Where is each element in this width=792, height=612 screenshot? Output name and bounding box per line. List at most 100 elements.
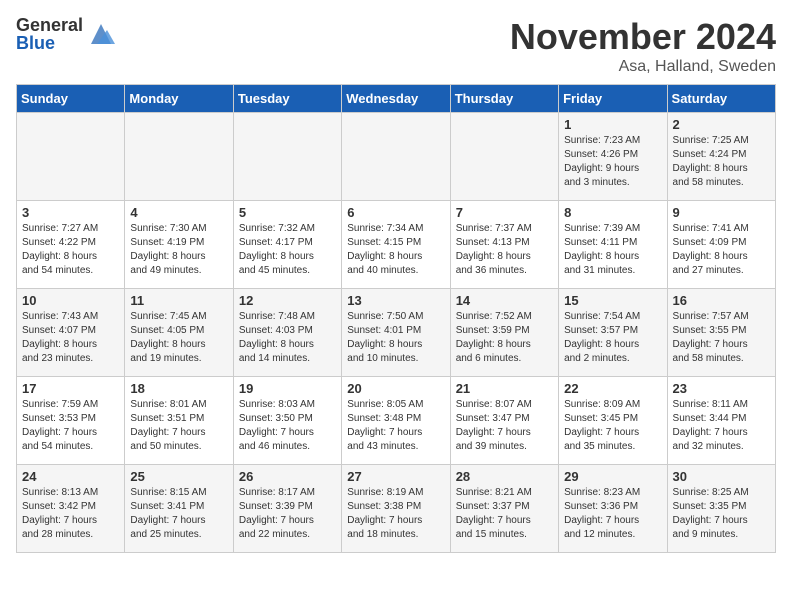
day-info: Sunrise: 8:21 AM Sunset: 3:37 PM Dayligh… [456, 486, 553, 542]
day-cell: 10 Sunrise: 7:43 AM Sunset: 4:07 PM Dayli… [17, 289, 125, 377]
week-row-3: 10 Sunrise: 7:43 AM Sunset: 4:07 PM Dayli… [17, 289, 776, 377]
day-cell: 9Sunrise: 7:41 AM Sunset: 4:09 PM Daylig… [667, 201, 775, 289]
day-number: 2 [673, 117, 770, 132]
logo-general-text: General [16, 16, 83, 34]
day-number: 9 [673, 205, 770, 220]
day-cell: 18 Sunrise: 8:01 AM Sunset: 3:51 PM Dayli… [125, 377, 233, 465]
logo-icon [87, 20, 115, 48]
day-number: 14 [456, 293, 553, 308]
day-cell [450, 113, 558, 201]
day-number: 22 [564, 381, 661, 396]
day-number: 20 [347, 381, 444, 396]
day-cell: 25 Sunrise: 8:15 AM Sunset: 3:41 PM Dayli… [125, 465, 233, 553]
col-header-saturday: Saturday [667, 85, 775, 113]
day-number: 30 [673, 469, 770, 484]
day-number: 8 [564, 205, 661, 220]
day-info: Sunrise: 8:13 AM Sunset: 3:42 PM Dayligh… [22, 486, 119, 542]
day-info: Sunrise: 7:43 AM Sunset: 4:07 PM Dayligh… [22, 310, 119, 366]
day-cell: 24 Sunrise: 8:13 AM Sunset: 3:42 PM Dayli… [17, 465, 125, 553]
week-row-5: 24 Sunrise: 8:13 AM Sunset: 3:42 PM Dayli… [17, 465, 776, 553]
day-info: Sunrise: 7:37 AM Sunset: 4:13 PM Dayligh… [456, 222, 553, 278]
day-cell: 12Sunrise: 7:48 AM Sunset: 4:03 PM Dayli… [233, 289, 341, 377]
day-info: Sunrise: 7:54 AM Sunset: 3:57 PM Dayligh… [564, 310, 661, 366]
day-cell [17, 113, 125, 201]
day-cell: 1Sunrise: 7:23 AM Sunset: 4:26 PM Daylig… [559, 113, 667, 201]
logo-blue-text: Blue [16, 34, 83, 52]
day-cell: 23Sunrise: 8:11 AM Sunset: 3:44 PM Dayli… [667, 377, 775, 465]
day-cell [342, 113, 450, 201]
day-info: Sunrise: 7:25 AM Sunset: 4:24 PM Dayligh… [673, 134, 770, 190]
day-cell: 11 Sunrise: 7:45 AM Sunset: 4:05 PM Dayli… [125, 289, 233, 377]
day-cell: 7 Sunrise: 7:37 AM Sunset: 4:13 PM Daylig… [450, 201, 558, 289]
day-cell: 8 Sunrise: 7:39 AM Sunset: 4:11 PM Daylig… [559, 201, 667, 289]
day-cell: 13 Sunrise: 7:50 AM Sunset: 4:01 PM Dayli… [342, 289, 450, 377]
col-header-thursday: Thursday [450, 85, 558, 113]
month-title: November 2024 [510, 16, 776, 58]
day-cell: 26 Sunrise: 8:17 AM Sunset: 3:39 PM Dayli… [233, 465, 341, 553]
day-info: Sunrise: 8:07 AM Sunset: 3:47 PM Dayligh… [456, 398, 553, 454]
day-cell: 14 Sunrise: 7:52 AM Sunset: 3:59 PM Dayli… [450, 289, 558, 377]
day-info: Sunrise: 7:50 AM Sunset: 4:01 PM Dayligh… [347, 310, 444, 366]
calendar-table: SundayMondayTuesdayWednesdayThursdayFrid… [16, 84, 776, 553]
day-cell: 28 Sunrise: 8:21 AM Sunset: 3:37 PM Dayli… [450, 465, 558, 553]
day-info: Sunrise: 7:27 AM Sunset: 4:22 PM Dayligh… [22, 222, 119, 278]
day-cell: 3Sunrise: 7:27 AM Sunset: 4:22 PM Daylig… [17, 201, 125, 289]
day-cell: 4 Sunrise: 7:30 AM Sunset: 4:19 PM Daylig… [125, 201, 233, 289]
day-info: Sunrise: 8:01 AM Sunset: 3:51 PM Dayligh… [130, 398, 227, 454]
page-header: General Blue November 2024 Asa, Halland,… [16, 16, 776, 76]
day-info: Sunrise: 8:15 AM Sunset: 3:41 PM Dayligh… [130, 486, 227, 542]
day-number: 15 [564, 293, 661, 308]
day-info: Sunrise: 7:32 AM Sunset: 4:17 PM Dayligh… [239, 222, 336, 278]
day-cell: 19Sunrise: 8:03 AM Sunset: 3:50 PM Dayli… [233, 377, 341, 465]
day-number: 29 [564, 469, 661, 484]
day-number: 7 [456, 205, 553, 220]
day-info: Sunrise: 7:57 AM Sunset: 3:55 PM Dayligh… [673, 310, 770, 366]
day-cell: 20 Sunrise: 8:05 AM Sunset: 3:48 PM Dayli… [342, 377, 450, 465]
day-number: 16 [673, 293, 770, 308]
day-cell [233, 113, 341, 201]
day-number: 12 [239, 293, 336, 308]
day-info: Sunrise: 7:23 AM Sunset: 4:26 PM Dayligh… [564, 134, 661, 190]
day-cell: 6Sunrise: 7:34 AM Sunset: 4:15 PM Daylig… [342, 201, 450, 289]
week-row-1: 1Sunrise: 7:23 AM Sunset: 4:26 PM Daylig… [17, 113, 776, 201]
day-number: 18 [130, 381, 227, 396]
day-number: 11 [130, 293, 227, 308]
day-info: Sunrise: 7:59 AM Sunset: 3:53 PM Dayligh… [22, 398, 119, 454]
logo: General Blue [16, 16, 115, 52]
week-row-2: 3Sunrise: 7:27 AM Sunset: 4:22 PM Daylig… [17, 201, 776, 289]
day-number: 10 [22, 293, 119, 308]
day-number: 27 [347, 469, 444, 484]
col-header-sunday: Sunday [17, 85, 125, 113]
day-number: 4 [130, 205, 227, 220]
day-cell: 27Sunrise: 8:19 AM Sunset: 3:38 PM Dayli… [342, 465, 450, 553]
day-number: 21 [456, 381, 553, 396]
day-info: Sunrise: 8:17 AM Sunset: 3:39 PM Dayligh… [239, 486, 336, 542]
day-cell: 21 Sunrise: 8:07 AM Sunset: 3:47 PM Dayli… [450, 377, 558, 465]
day-number: 24 [22, 469, 119, 484]
day-info: Sunrise: 7:30 AM Sunset: 4:19 PM Dayligh… [130, 222, 227, 278]
day-info: Sunrise: 8:05 AM Sunset: 3:48 PM Dayligh… [347, 398, 444, 454]
day-number: 28 [456, 469, 553, 484]
day-cell: 22Sunrise: 8:09 AM Sunset: 3:45 PM Dayli… [559, 377, 667, 465]
header-row: SundayMondayTuesdayWednesdayThursdayFrid… [17, 85, 776, 113]
day-number: 13 [347, 293, 444, 308]
day-cell: 2 Sunrise: 7:25 AM Sunset: 4:24 PM Daylig… [667, 113, 775, 201]
day-cell: 29Sunrise: 8:23 AM Sunset: 3:36 PM Dayli… [559, 465, 667, 553]
day-cell: 5Sunrise: 7:32 AM Sunset: 4:17 PM Daylig… [233, 201, 341, 289]
col-header-tuesday: Tuesday [233, 85, 341, 113]
day-number: 25 [130, 469, 227, 484]
day-info: Sunrise: 8:25 AM Sunset: 3:35 PM Dayligh… [673, 486, 770, 542]
day-info: Sunrise: 7:34 AM Sunset: 4:15 PM Dayligh… [347, 222, 444, 278]
day-info: Sunrise: 8:03 AM Sunset: 3:50 PM Dayligh… [239, 398, 336, 454]
day-number: 26 [239, 469, 336, 484]
day-info: Sunrise: 7:45 AM Sunset: 4:05 PM Dayligh… [130, 310, 227, 366]
day-cell: 15 Sunrise: 7:54 AM Sunset: 3:57 PM Dayli… [559, 289, 667, 377]
day-info: Sunrise: 7:52 AM Sunset: 3:59 PM Dayligh… [456, 310, 553, 366]
day-info: Sunrise: 7:39 AM Sunset: 4:11 PM Dayligh… [564, 222, 661, 278]
day-info: Sunrise: 8:11 AM Sunset: 3:44 PM Dayligh… [673, 398, 770, 454]
week-row-4: 17Sunrise: 7:59 AM Sunset: 3:53 PM Dayli… [17, 377, 776, 465]
col-header-wednesday: Wednesday [342, 85, 450, 113]
day-cell: 16 Sunrise: 7:57 AM Sunset: 3:55 PM Dayli… [667, 289, 775, 377]
day-cell: 17Sunrise: 7:59 AM Sunset: 3:53 PM Dayli… [17, 377, 125, 465]
title-block: November 2024 Asa, Halland, Sweden [510, 16, 776, 76]
